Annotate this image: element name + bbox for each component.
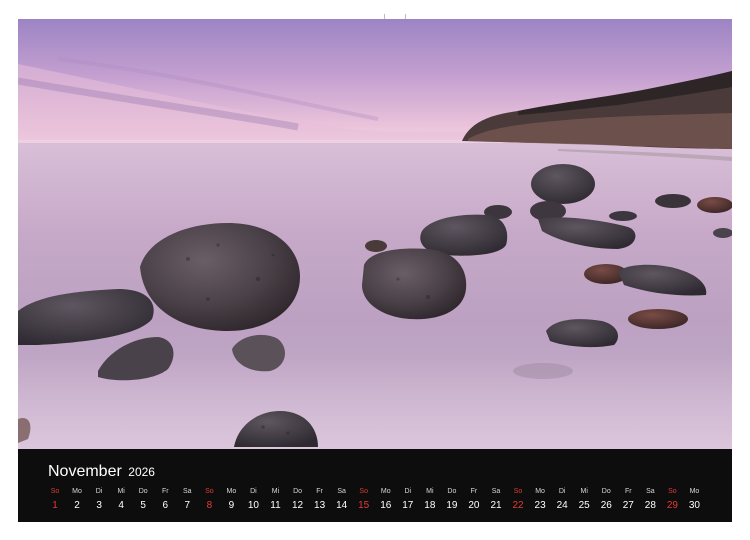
day-number: 21 [490,500,502,511]
weekday-label: Mo [72,488,82,495]
weekday-label: Di [558,488,566,495]
weekday-label: Fr [316,488,323,495]
day-number: 9 [228,500,235,511]
day-cell: Di 3 [89,487,109,513]
weekday-label: Di [404,488,412,495]
weekday-label: Mi [426,488,434,495]
day-number: 14 [336,500,348,511]
day-cell: Fr 13 [310,487,330,513]
day-number: 29 [666,500,678,511]
day-row: So 1 Mo 2 Di 3 Mi 4 Do 5 Fr 6 Sa 7 So 8 Mo 9 Di 10 Mi 11 Do 12 F… [45,487,717,517]
day-number: 7 [184,500,191,511]
month-title: November 2026 [48,463,155,481]
weekday-label: Do [138,488,148,495]
weekday-label: Mo [226,488,237,495]
day-number: 26 [600,500,612,511]
day-number: 1 [52,500,58,511]
day-number: 28 [644,500,656,511]
day-cell: Do 12 [288,487,308,513]
day-number: 24 [556,500,568,511]
day-number: 22 [512,500,524,511]
weekday-label: Mi [117,488,125,495]
weekday-label: Sa [337,488,346,495]
day-cell: Mo 30 [684,487,704,513]
day-cell: Di 17 [398,487,418,513]
year-label: 2026 [128,465,155,479]
day-number: 3 [96,500,102,511]
day-cell: Di 24 [552,487,572,513]
weekday-label: Do [293,488,303,495]
day-number: 8 [206,500,213,511]
weekday-label: Sa [646,488,655,495]
day-cell: Do 26 [596,487,616,513]
weekday-label: Mi [271,488,280,495]
day-number: 12 [291,500,304,511]
day-number: 19 [446,500,458,511]
day-cell: Di 10 [243,487,263,513]
weekday-label: So [668,488,677,495]
day-number: 16 [380,500,392,511]
day-cell: Mi 11 [266,487,286,513]
day-number: 20 [468,500,480,511]
weekday-label: Fr [470,488,478,495]
weekday-label: Di [95,488,103,495]
weekday-label: So [50,488,60,495]
day-number: 5 [140,500,146,511]
day-cell: Mo 9 [221,487,241,513]
day-number: 10 [247,500,259,511]
weekday-label: Fr [624,488,632,495]
weekday-label: So [359,488,368,495]
calendar-grid: November 2026 So 1 Mo 2 Di 3 Mi 4 Do 5 Fr 6 Sa 7 So 8 Mo… [18,449,732,522]
day-cell: Fr 6 [155,487,175,513]
weekday-label: Mo [535,488,545,495]
day-cell: Mi 18 [420,487,440,513]
day-cell: So 15 [354,487,374,513]
day-cell: Mi 4 [111,487,131,513]
weekday-label: Do [447,488,457,495]
weekday-label: Do [601,488,611,495]
seascape-photo [18,19,732,449]
day-cell: So 1 [45,487,65,513]
seascape-illustration [18,19,732,449]
day-cell: So 29 [662,487,682,513]
day-cell: Fr 27 [618,487,638,513]
day-cell: So 8 [199,487,219,513]
day-number: 27 [622,500,634,511]
day-number: 13 [314,500,326,511]
day-cell: Mo 2 [67,487,87,513]
month-name: November [48,463,122,480]
weekday-label: So [513,488,523,495]
day-cell: So 22 [508,487,528,513]
day-number: 25 [578,500,590,511]
day-cell: Do 19 [442,487,462,513]
weekday-label: Sa [183,488,192,495]
weekday-label: Mi [580,488,588,495]
day-cell: Sa 28 [640,487,660,513]
day-number: 17 [402,500,414,511]
calendar-page: November 2026 So 1 Mo 2 Di 3 Mi 4 Do 5 Fr 6 Sa 7 So 8 Mo… [0,0,750,540]
day-cell: Sa 7 [177,487,197,513]
day-number: 18 [424,500,436,511]
day-cell: Sa 21 [486,487,506,513]
weekday-label: Mo [689,488,700,495]
day-cell: Mo 16 [376,487,396,513]
day-cell: Mo 23 [530,487,550,513]
day-number: 2 [74,500,80,511]
day-cell: Sa 14 [332,487,352,513]
weekday-label: Fr [161,488,169,495]
day-number: 11 [270,500,281,511]
day-number: 4 [118,500,124,511]
day-cell: Mi 25 [574,487,594,513]
day-cell: Do 5 [133,487,153,513]
day-number: 30 [688,500,700,511]
weekday-label: Mo [380,488,391,495]
weekday-label: Di [250,488,257,495]
day-number: 15 [358,500,370,511]
weekday-label: So [205,488,214,495]
weekday-label: Sa [491,488,501,495]
day-number: 23 [534,500,546,511]
day-number: 6 [162,500,169,511]
day-cell: Fr 20 [464,487,484,513]
